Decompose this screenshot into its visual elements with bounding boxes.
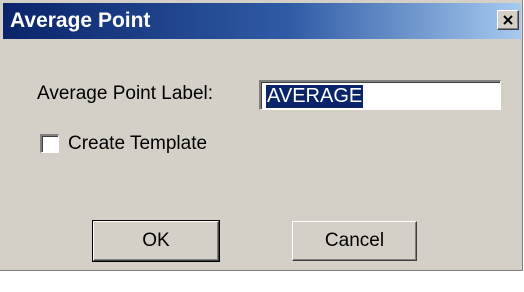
average-point-label: Average Point Label: (37, 83, 214, 104)
average-point-label-value: AVERAGE (266, 85, 364, 108)
close-icon (503, 15, 513, 25)
cancel-button[interactable]: Cancel (292, 221, 417, 261)
create-template-checkbox[interactable] (40, 134, 59, 153)
average-point-dialog: Average Point Average Point Label: AVERA… (0, 0, 523, 271)
close-button[interactable] (497, 10, 519, 30)
create-template-label[interactable]: Create Template (68, 133, 207, 155)
average-point-label-input[interactable]: AVERAGE (259, 80, 501, 110)
ok-button[interactable]: OK (92, 220, 220, 262)
dialog-title: Average Point (10, 9, 151, 32)
title-bar[interactable]: Average Point (3, 3, 521, 39)
